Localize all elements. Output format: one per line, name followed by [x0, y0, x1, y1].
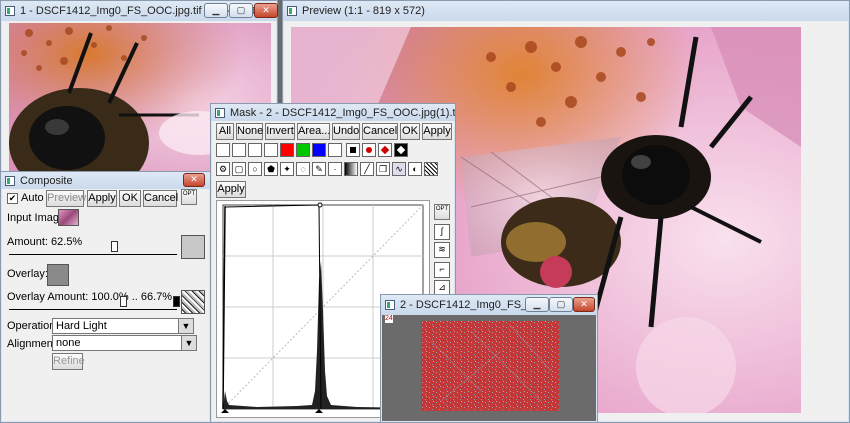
close-button[interactable]: ✕ [183, 173, 205, 187]
noise-image-window[interactable]: 2 - DSCF1412_Img0_FS_OOC.jpg... ▁ ▢ ✕ 24 [380, 294, 598, 423]
minimize-button[interactable]: ▁ [204, 3, 228, 18]
tool-contrast-icon[interactable]: ◐ [408, 162, 422, 176]
tool-polygon-icon[interactable]: ⬟ [264, 162, 278, 176]
mask-invert-button[interactable]: Invert [265, 123, 295, 140]
color-white-swatch[interactable] [328, 143, 342, 157]
curve-preset-icon-2[interactable]: ≋ [434, 242, 450, 258]
tool-circle-icon[interactable]: ○ [248, 162, 262, 176]
mask-area-button[interactable]: Area... [297, 123, 330, 140]
mask-square-icon[interactable] [346, 143, 360, 157]
mask-diamond-red-icon[interactable] [378, 143, 392, 157]
mask-undo-button[interactable]: Undo [332, 123, 360, 140]
amount-color-swatch[interactable] [181, 235, 205, 259]
mask-titlebar[interactable]: Mask - 2 - DSCF1412_Img0_FS_OOC.jpg(1).t… [211, 104, 455, 121]
noise-texture [421, 321, 559, 411]
curve-preset-icon-1[interactable]: ∫ [434, 224, 450, 240]
chevron-down-icon[interactable]: ▼ [178, 319, 193, 333]
chevron-down-icon[interactable]: ▼ [181, 336, 196, 350]
overlay-slider-thumb-low[interactable] [120, 296, 127, 307]
cancel-button[interactable]: Cancel [143, 190, 178, 207]
input-image-thumbnail[interactable] [58, 209, 79, 226]
overlay-image-box[interactable] [47, 264, 69, 286]
overlay-amount-slider[interactable] [9, 296, 180, 310]
mask-all-button[interactable]: All [216, 123, 234, 140]
refine-button[interactable]: Refine [52, 353, 85, 370]
mask-apply2-button[interactable]: Apply [216, 181, 246, 198]
overlay-slider-thumb-high[interactable] [173, 296, 180, 307]
tool-star-icon[interactable]: ✦ [280, 162, 294, 176]
amount-slider-thumb[interactable] [111, 241, 118, 252]
composite-title: Composite [20, 174, 73, 187]
alignment-select[interactable]: none ▼ [52, 335, 197, 351]
tool-gradient-icon[interactable] [344, 162, 358, 176]
bit-depth-badge: 24 [385, 315, 393, 323]
tool-gear-icon[interactable]: ⚙ [216, 162, 230, 176]
curves-options-button[interactable]: OPT [434, 204, 450, 220]
close-button[interactable]: ✕ [254, 3, 278, 18]
close-button[interactable]: ✕ [573, 297, 595, 312]
select-corner-tool[interactable] [232, 143, 246, 157]
preview-button[interactable]: Preview [46, 190, 86, 207]
maximize-button[interactable]: ▢ [229, 3, 253, 18]
composite-titlebar[interactable]: Composite [1, 172, 210, 189]
select-shape-tool[interactable] [248, 143, 262, 157]
tool-noise-icon[interactable] [424, 162, 438, 176]
select-round-tool[interactable] [264, 143, 278, 157]
tool-layers-icon[interactable]: ❐ [376, 162, 390, 176]
tool-rect-icon[interactable]: ▢ [232, 162, 246, 176]
app-icon [5, 6, 15, 16]
mask-title: Mask - 2 - DSCF1412_Img0_FS_OOC.jpg(1).t… [230, 106, 455, 119]
mask-dot-icon[interactable] [362, 143, 376, 157]
preview-window-title: Preview (1:1 - 819 x 572) [302, 5, 425, 17]
operation-value: Hard Light [56, 320, 107, 332]
apply-button[interactable]: Apply [87, 190, 117, 207]
minimize-button[interactable]: ▁ [525, 297, 549, 312]
amount-slider[interactable] [9, 241, 177, 255]
mask-none-button[interactable]: None [236, 123, 263, 140]
tool-line-icon[interactable]: ╱ [360, 162, 374, 176]
app-icon [5, 175, 15, 186]
mask-apply-button[interactable]: Apply [422, 123, 452, 140]
app-icon [385, 300, 395, 310]
color-blue-swatch[interactable] [312, 143, 326, 157]
color-red-swatch[interactable] [280, 143, 294, 157]
tool-lasso-icon[interactable]: ◌ [296, 162, 310, 176]
alignment-value: none [56, 337, 81, 349]
mask-ok-button[interactable]: OK [400, 123, 420, 140]
preview-window-titlebar[interactable]: Preview (1:1 - 819 x 572) [283, 1, 849, 21]
tool-curve-icon[interactable]: ∿ [392, 162, 406, 176]
tool-dot-icon[interactable]: · [328, 162, 342, 176]
composite-dialog[interactable]: Composite ✕ ✔ Auto Preview Apply OK Canc… [0, 171, 211, 423]
tool-brush-icon[interactable]: ✎ [312, 162, 326, 176]
select-rect-tool[interactable] [216, 143, 230, 157]
operation-select[interactable]: Hard Light ▼ [52, 318, 194, 334]
app-icon [287, 6, 297, 16]
curve-preset-icon-3[interactable]: ⌐ [434, 262, 450, 278]
options-button[interactable]: OPT [181, 189, 197, 205]
overlay-noise-swatch[interactable] [181, 290, 205, 314]
app-icon [215, 107, 225, 118]
mask-cancel-button[interactable]: Cancel [362, 123, 398, 140]
operation-label: Operation: [7, 320, 59, 332]
ok-button[interactable]: OK [119, 190, 141, 207]
noise-image-canvas[interactable] [421, 321, 559, 411]
auto-label: Auto [21, 192, 44, 204]
color-green-swatch[interactable] [296, 143, 310, 157]
auto-checkbox[interactable]: ✔ [7, 193, 18, 204]
maximize-button[interactable]: ▢ [549, 297, 573, 312]
overlay-label: Overlay: [7, 268, 48, 280]
mask-diamond-black-icon[interactable] [394, 143, 408, 157]
